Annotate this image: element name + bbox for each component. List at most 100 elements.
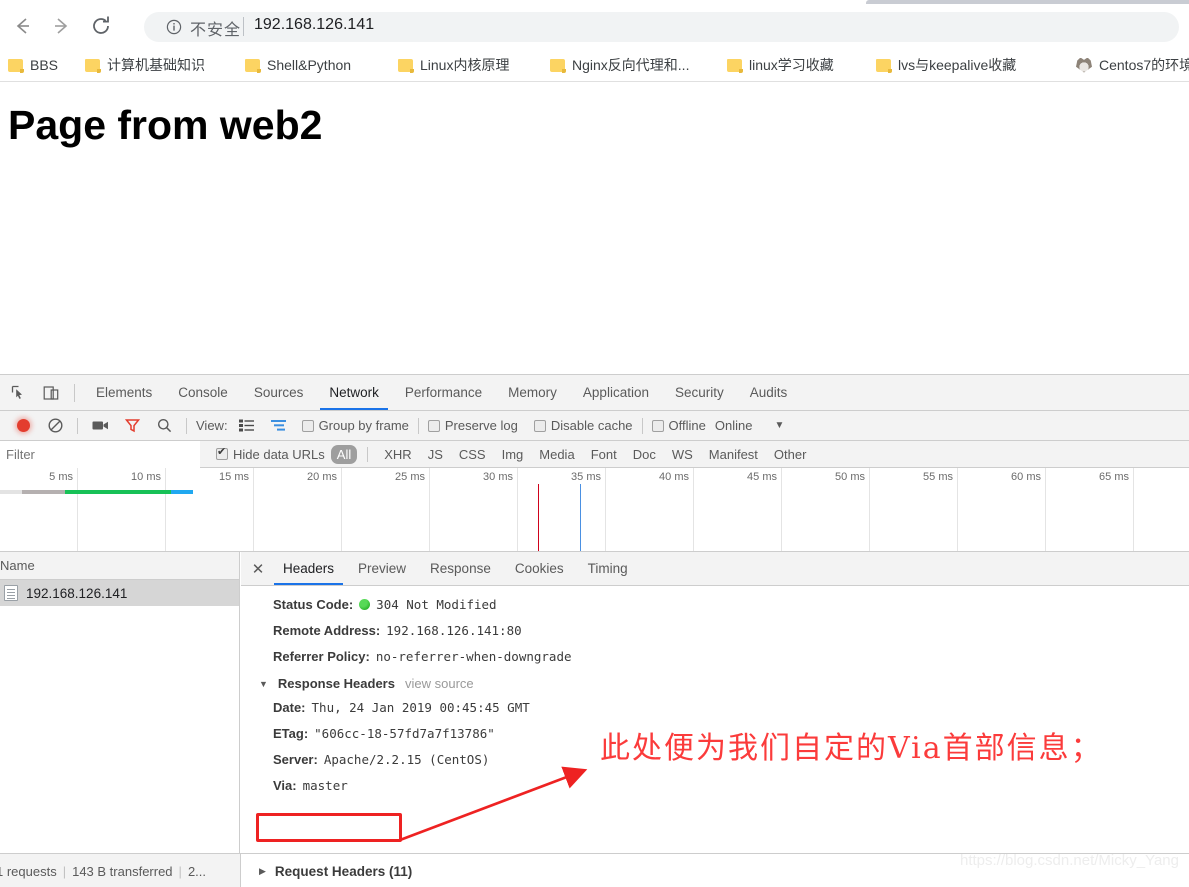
info-circle-icon[interactable] xyxy=(166,19,182,35)
detail-tab-response[interactable]: Response xyxy=(418,552,503,585)
type-filter-img[interactable]: Img xyxy=(496,445,530,464)
magnifier-icon[interactable] xyxy=(151,413,177,439)
timeline-event-dom-content-loaded xyxy=(538,484,539,551)
list-view-icon[interactable] xyxy=(234,413,260,439)
timeline-tick xyxy=(517,468,518,551)
type-filter-all[interactable]: All xyxy=(330,444,358,464)
disable-cache-checkbox[interactable]: Disable cache xyxy=(533,418,633,433)
response-header-key: Date: xyxy=(273,700,306,715)
bookmark-item[interactable]: BBS xyxy=(8,48,58,82)
security-status-label[interactable]: 不安全 xyxy=(190,16,241,40)
throttling-value[interactable]: Online xyxy=(715,418,753,433)
network-bottom-split: Name 192.168.126.141 ✕ Headers Preview Res… xyxy=(0,552,1189,887)
detail-tab-timing[interactable]: Timing xyxy=(576,552,640,585)
devtools-tabbar: Elements Console Sources Network Performance… xyxy=(0,375,1189,411)
reload-icon[interactable] xyxy=(88,13,114,39)
bookmark-item[interactable]: 计算机基础知识 xyxy=(85,48,205,82)
bookmark-item[interactable]: Shell&Python xyxy=(245,48,351,82)
filter-input[interactable] xyxy=(0,440,200,468)
funnel-icon[interactable] xyxy=(119,413,145,439)
group-by-frame-checkbox[interactable]: Group by frame xyxy=(301,418,409,433)
bookmark-item[interactable]: Linux内核原理 xyxy=(398,48,509,82)
column-header-label[interactable]: Name xyxy=(0,558,35,573)
preserve-log-checkbox[interactable]: Preserve log xyxy=(427,418,518,433)
response-header-key: ETag: xyxy=(273,726,309,741)
type-filter-css[interactable]: CSS xyxy=(453,445,492,464)
status-ok-dot-icon xyxy=(359,599,371,610)
response-header-value: Apache/2.2.15 (CentOS) xyxy=(323,752,490,767)
folder-icon xyxy=(550,58,566,73)
bookmark-item[interactable]: Nginx反向代理和... xyxy=(550,48,689,82)
annotation-note: 此处便为我们自定的Via首部信息； xyxy=(600,731,1103,766)
response-headers-section-header[interactable]: ▼ Response Headers view source xyxy=(241,670,1189,695)
folder-icon xyxy=(398,58,414,73)
devtools-tab-security[interactable]: Security xyxy=(662,375,737,410)
response-header-key: Via: xyxy=(273,778,297,793)
folder-icon xyxy=(876,58,892,73)
record-circle-icon[interactable] xyxy=(10,413,36,439)
timeline-tick-label: 15 ms xyxy=(219,471,249,483)
type-filter-xhr[interactable]: XHR xyxy=(378,445,417,464)
detail-tab-label: Timing xyxy=(587,561,628,576)
folder-icon xyxy=(8,58,24,73)
devtools-tab-performance[interactable]: Performance xyxy=(392,375,495,410)
timeline-tick xyxy=(781,468,782,551)
chevron-down-icon[interactable]: ▼ xyxy=(774,420,784,431)
timeline-tick xyxy=(957,468,958,551)
detail-tab-cookies[interactable]: Cookies xyxy=(503,552,576,585)
type-filter-manifest[interactable]: Manifest xyxy=(703,445,764,464)
type-filter-font[interactable]: Font xyxy=(585,445,623,464)
clear-prohibited-icon[interactable] xyxy=(42,413,68,439)
column-header-name: Name xyxy=(0,552,239,580)
devtools-tab-console[interactable]: Console xyxy=(165,375,241,410)
general-header-line: Referrer Policy: no-referrer-when-downgra… xyxy=(241,644,1189,670)
bookmark-item[interactable]: lvs与keepalive收藏 xyxy=(876,48,1016,82)
type-filter-js[interactable]: JS xyxy=(422,445,449,464)
devtools-tab-memory[interactable]: Memory xyxy=(495,375,570,410)
devtools-tab-application[interactable]: Application xyxy=(570,375,662,410)
response-header-value: master xyxy=(302,778,348,793)
close-icon[interactable]: ✕ xyxy=(245,556,271,582)
type-filter-media[interactable]: Media xyxy=(533,445,580,464)
timeline-tick xyxy=(165,468,166,551)
chip-divider xyxy=(367,446,369,462)
bookmark-label: 计算机基础知识 xyxy=(107,57,205,73)
address-url-text[interactable]: 192.168.126.141 xyxy=(254,16,374,34)
network-timeline-overview[interactable]: 5 ms 10 ms 15 ms 20 ms 25 ms 30 ms 35 ms 40 ms 4… xyxy=(0,468,1189,552)
type-filter-doc[interactable]: Doc xyxy=(627,445,662,464)
forward-icon[interactable] xyxy=(48,13,74,39)
detail-tab-preview[interactable]: Preview xyxy=(346,552,418,585)
timeline-tick-label: 20 ms xyxy=(307,471,337,483)
general-header-line: Status Code: 304 Not Modified xyxy=(241,592,1189,618)
checkbox-box xyxy=(216,445,228,460)
timeline-tick xyxy=(605,468,606,551)
timeline-tick-label: 65 ms xyxy=(1099,471,1129,483)
bookmark-item[interactable]: Centos7的环境 xyxy=(1076,48,1189,82)
folder-icon xyxy=(245,58,261,73)
detail-tab-headers[interactable]: Headers xyxy=(271,552,346,585)
device-toolbar-icon[interactable] xyxy=(38,380,64,406)
bookmark-item[interactable]: linux学习收藏 xyxy=(727,48,834,82)
offline-checkbox[interactable]: Offline xyxy=(651,418,706,433)
address-divider xyxy=(243,17,244,36)
devtools-tab-network[interactable]: Network xyxy=(316,375,392,410)
general-header-value: 192.168.126.141:80 xyxy=(386,623,522,638)
detail-tab-label: Headers xyxy=(283,561,335,576)
type-filter-ws[interactable]: WS xyxy=(666,445,699,464)
back-icon[interactable] xyxy=(10,13,36,39)
waterfall-segment-request-sent xyxy=(65,490,171,494)
devtools-tab-elements[interactable]: Elements xyxy=(83,375,165,410)
inspect-element-icon[interactable] xyxy=(6,380,32,406)
requests-count: 1 requests xyxy=(0,863,57,879)
camera-icon[interactable] xyxy=(87,413,113,439)
devtools-tab-audits[interactable]: Audits xyxy=(737,375,801,410)
type-filter-other[interactable]: Other xyxy=(768,445,813,464)
devtools-tab-sources[interactable]: Sources xyxy=(241,375,317,410)
request-row[interactable]: 192.168.126.141 xyxy=(0,580,239,606)
waterfall-segment-stalled xyxy=(0,490,22,494)
hide-data-urls-checkbox[interactable]: Hide data URLs xyxy=(216,445,325,462)
waterfall-view-icon[interactable] xyxy=(266,413,292,439)
response-header-line: Via: master xyxy=(241,773,1189,799)
response-header-value: Thu, 24 Jan 2019 00:45:45 GMT xyxy=(311,700,530,715)
view-source-link[interactable]: view source xyxy=(405,676,474,691)
